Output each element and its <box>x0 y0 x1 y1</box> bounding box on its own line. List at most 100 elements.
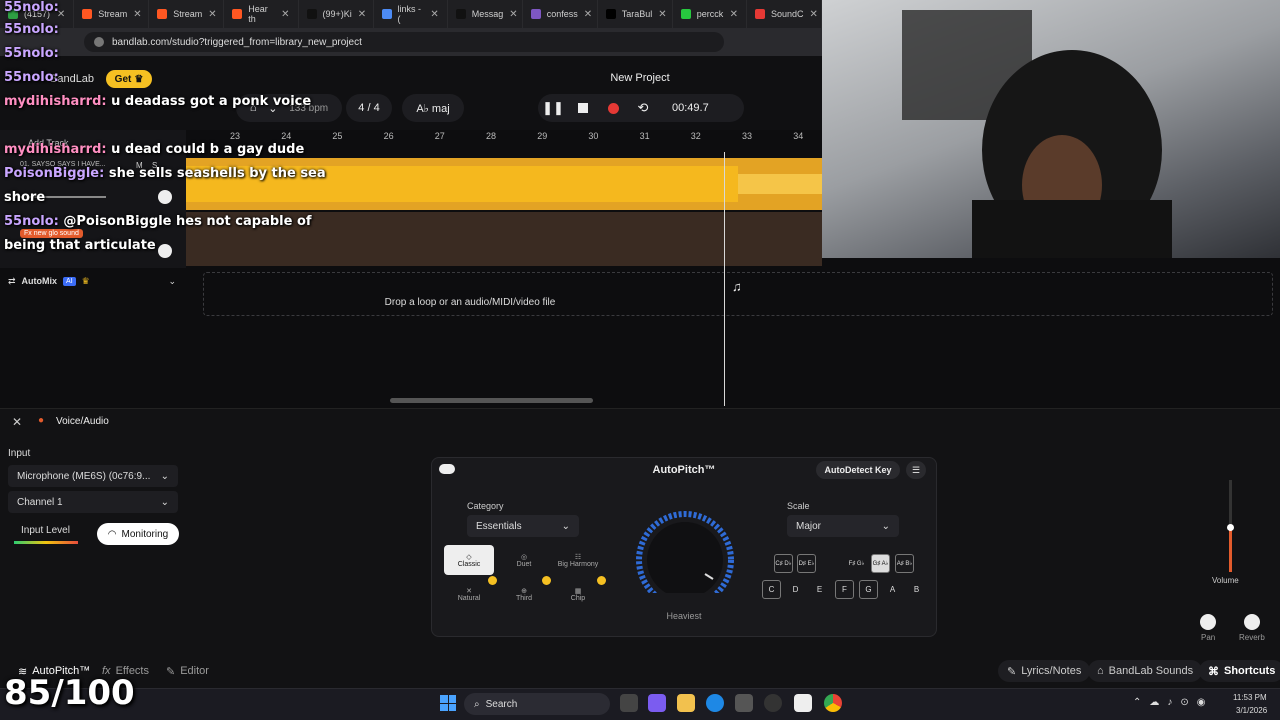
time-signature[interactable]: 4 / 4 <box>346 94 392 122</box>
mode-natural[interactable]: ✕ Natural <box>444 579 494 609</box>
volume-slider[interactable] <box>1227 480 1234 572</box>
key-g[interactable]: G <box>859 580 878 599</box>
pan-knob[interactable] <box>1200 614 1216 630</box>
button-label: Shortcuts <box>1224 665 1276 677</box>
chat-text: u dead could b a gay dude <box>111 142 305 157</box>
browser-tab[interactable]: Hear th ✕ <box>224 0 299 28</box>
close-tab-icon[interactable]: ✕ <box>584 9 592 20</box>
volume-thumb[interactable] <box>1227 523 1234 531</box>
key-b[interactable]: B <box>907 580 926 599</box>
autodetect-key-button[interactable]: AutoDetect Key <box>816 461 900 479</box>
record-icon[interactable] <box>598 102 628 114</box>
bandlab-sounds-button[interactable]: ⌂ BandLab Sounds <box>1088 660 1203 682</box>
crown-icon: ♛ <box>134 73 144 85</box>
key-a-sharp[interactable]: A♯ B♭ <box>895 554 914 573</box>
stop-icon[interactable] <box>568 103 598 113</box>
taskbar-search[interactable]: ⌕ Search <box>464 693 610 715</box>
address-bar[interactable]: bandlab.com/studio?triggered_from=librar… <box>0 28 822 56</box>
file-explorer-icon[interactable] <box>677 694 695 712</box>
clock-date[interactable]: 3/1/2026 <box>1236 706 1267 715</box>
key-g-sharp[interactable]: G♯ A♭ <box>871 554 890 573</box>
browser-tab[interactable]: Messag ✕ <box>448 0 523 28</box>
settings-icon[interactable]: ☰ <box>906 461 926 479</box>
autopitch-knob[interactable] <box>633 507 743 609</box>
copilot-icon[interactable] <box>648 694 666 712</box>
system-tray-icons[interactable]: ⌃☁♪⊙◉ <box>1133 697 1213 708</box>
autopitch-toggle[interactable] <box>439 464 455 474</box>
loop-icon[interactable]: ⟲ <box>628 100 658 116</box>
automix-row[interactable]: ⇄ AutoMix AI ♛ ⌄ <box>0 268 186 294</box>
playhead[interactable] <box>724 152 725 406</box>
browser-tab[interactable]: SoundC ✕ <box>747 0 822 28</box>
close-tab-icon[interactable]: ✕ <box>810 9 818 20</box>
edge-icon[interactable] <box>706 694 724 712</box>
drop-zone[interactable]: ♫ Drop a loop or an audio/MIDI/video fil… <box>203 272 1273 316</box>
store-icon[interactable] <box>735 694 753 712</box>
track2-pan-knob[interactable] <box>158 244 172 258</box>
chat-message: mydihisharrd: u deadass got a ponk voice <box>4 94 311 109</box>
scale-select[interactable]: Major ⌄ <box>787 515 899 537</box>
key-d[interactable]: D <box>786 580 805 599</box>
mode-third[interactable]: ⊕ Third <box>499 579 549 609</box>
browser-tab[interactable]: Stream ✕ <box>149 0 225 28</box>
monitoring-button[interactable]: ◠ Monitoring <box>97 523 179 545</box>
close-tab-icon[interactable]: ✕ <box>358 9 366 20</box>
key-c[interactable]: C <box>762 580 781 599</box>
shortcuts-button[interactable]: ⌘ Shortcuts <box>1199 660 1280 682</box>
key-c-sharp[interactable]: C♯ D♭ <box>774 554 793 573</box>
close-tab-icon[interactable]: ✕ <box>133 9 141 20</box>
lyrics-notes-button[interactable]: ✎ Lyrics/Notes <box>998 660 1091 682</box>
pause-icon[interactable]: ❚❚ <box>538 100 568 116</box>
key-a[interactable]: A <box>883 580 902 599</box>
browser-tab[interactable]: Stream ✕ <box>74 0 150 28</box>
knob-label: Heaviest <box>666 611 702 621</box>
close-tab-icon[interactable]: ✕ <box>281 9 289 20</box>
site-info-icon[interactable] <box>94 37 104 47</box>
track1-pan-knob[interactable] <box>158 190 172 204</box>
key-f-sharp[interactable]: F♯ G♭ <box>847 554 866 573</box>
key-d-sharp[interactable]: D♯ E♭ <box>797 554 816 573</box>
browser-tab[interactable]: TaraBul ✕ <box>598 0 673 28</box>
input-label: Input <box>8 448 31 459</box>
close-tab-icon[interactable]: ✕ <box>730 9 738 20</box>
mode-classic[interactable]: ◇ Classic <box>444 545 494 575</box>
channel-select[interactable]: Channel 1 ⌄ <box>8 491 178 513</box>
clock-time[interactable]: 11:53 PM <box>1233 693 1267 702</box>
key-e[interactable]: E <box>810 580 829 599</box>
mode-chip[interactable]: ▦ Chip <box>553 579 603 609</box>
chevron-down-icon: ⌄ <box>160 496 169 508</box>
close-icon[interactable]: ✕ <box>12 415 22 429</box>
url-text[interactable]: bandlab.com/studio?triggered_from=librar… <box>112 37 362 48</box>
app-icon[interactable] <box>764 694 782 712</box>
app-icon[interactable] <box>794 694 812 712</box>
horizontal-scrollbar[interactable] <box>390 398 593 403</box>
chrome-icon[interactable] <box>824 694 842 712</box>
browser-tab[interactable]: percck ✕ <box>673 0 747 28</box>
input-device-select[interactable]: Microphone (ME6S) (0c76:9... ⌄ <box>8 465 178 487</box>
track2-fx-badge[interactable]: Fx new glo sound <box>20 229 83 238</box>
browser-tab[interactable]: (99+)Ki ✕ <box>299 0 374 28</box>
category-select[interactable]: Essentials ⌄ <box>467 515 579 537</box>
tab-favicon-icon <box>755 9 765 19</box>
key-selector[interactable]: A♭ maj <box>402 94 464 122</box>
close-tab-icon[interactable]: ✕ <box>658 9 666 20</box>
key-f[interactable]: F <box>835 580 854 599</box>
tab-favicon-icon <box>306 9 317 19</box>
close-tab-icon[interactable]: ✕ <box>430 9 438 20</box>
close-tab-icon[interactable]: ✕ <box>208 9 216 20</box>
windows-start-icon[interactable] <box>440 695 456 711</box>
tab-editor[interactable]: ✎ Editor <box>166 662 209 680</box>
url-pill[interactable]: bandlab.com/studio?triggered_from=librar… <box>84 32 724 52</box>
mode-big-harmony[interactable]: ☷ Big Harmony <box>553 545 603 575</box>
button-label: Lyrics/Notes <box>1021 665 1082 677</box>
close-tab-icon[interactable]: ✕ <box>509 9 517 20</box>
project-title[interactable]: New Project <box>580 72 700 84</box>
browser-tab[interactable]: confess ✕ <box>523 0 598 28</box>
chat-message: 55nolo: @PoisonBiggle hes not capable of <box>4 214 312 229</box>
get-button[interactable]: Get ♛ <box>106 70 152 88</box>
chevron-down-icon[interactable]: ⌄ <box>168 276 176 287</box>
reverb-knob[interactable] <box>1244 614 1260 630</box>
browser-tab[interactable]: links - (✕ <box>374 0 448 28</box>
mode-duet[interactable]: ◎ Duet <box>499 545 549 575</box>
task-view-icon[interactable] <box>620 694 638 712</box>
